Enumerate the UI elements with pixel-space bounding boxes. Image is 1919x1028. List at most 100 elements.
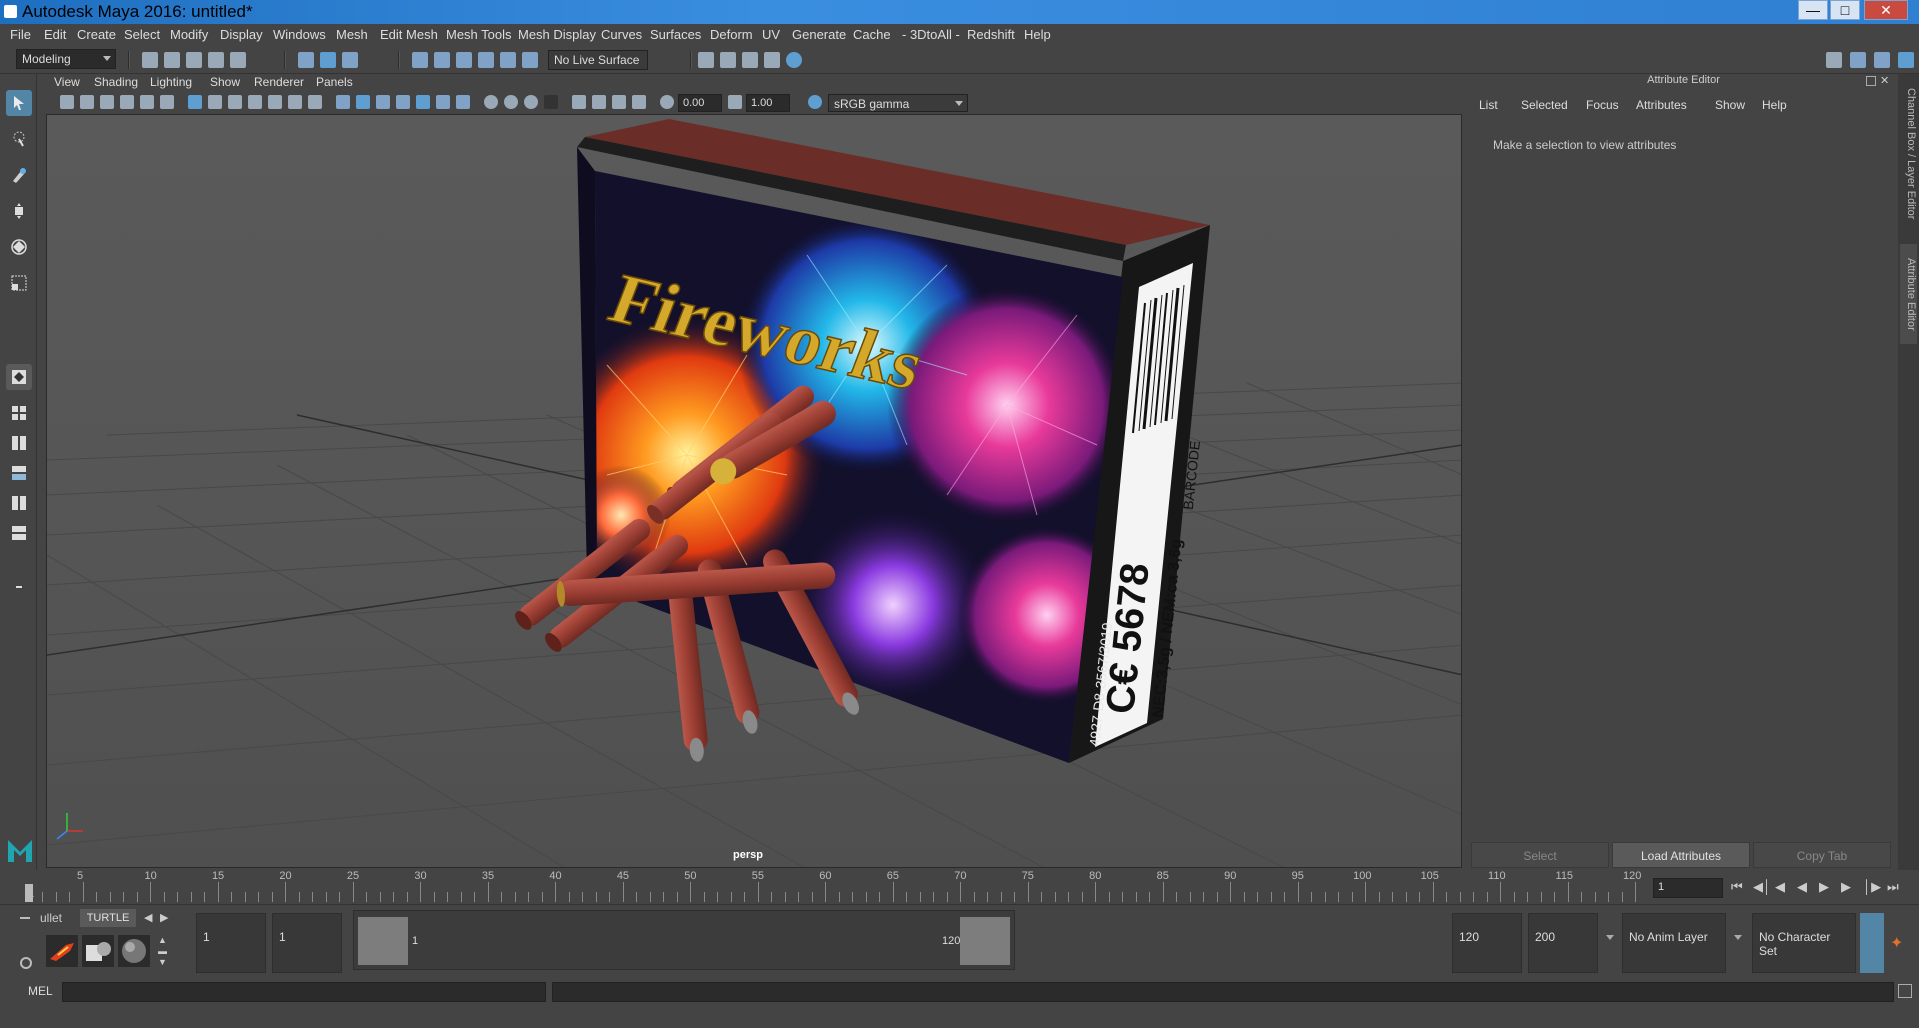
rotate-tool[interactable] (6, 234, 32, 260)
character-set-dropdown[interactable]: No Character Set (1752, 913, 1856, 973)
resolution-gate-icon[interactable] (228, 95, 242, 109)
four-view-layout-icon[interactable] (6, 400, 32, 426)
image-plane-icon[interactable] (120, 95, 134, 109)
step-back-key-icon[interactable]: ◀ (1775, 880, 1789, 894)
panel-menu-view[interactable]: View (54, 75, 80, 89)
custom-layout-icon[interactable] (6, 574, 32, 600)
xray-icon[interactable] (592, 95, 606, 109)
menu-mesh-tools[interactable]: Mesh Tools (446, 27, 512, 42)
screen-space-ao-icon[interactable] (484, 95, 498, 109)
menu-help[interactable]: Help (1024, 27, 1051, 42)
ae-menu-help[interactable]: Help (1762, 98, 1787, 112)
wireframe-icon[interactable] (336, 95, 350, 109)
move-tool[interactable] (6, 198, 32, 224)
lasso-tool[interactable] (6, 126, 32, 152)
playback-start-field[interactable]: 1 (272, 913, 342, 973)
save-scene-icon[interactable] (186, 52, 202, 68)
new-scene-icon[interactable] (142, 52, 158, 68)
attribute-editor-toggle-icon[interactable] (1874, 52, 1890, 68)
animation-preferences-icon[interactable]: ✦ (1890, 933, 1908, 952)
select-by-object-icon[interactable] (320, 52, 336, 68)
isolate-select-icon[interactable] (572, 95, 586, 109)
grid-icon[interactable] (188, 95, 202, 109)
camera-select-icon[interactable] (60, 95, 74, 109)
2d-pan-zoom-icon[interactable] (140, 95, 154, 109)
menu-display[interactable]: Display (220, 27, 263, 42)
mel-input[interactable] (62, 982, 546, 1002)
menu-surfaces[interactable]: Surfaces (650, 27, 701, 42)
float-panel-icon[interactable] (1866, 76, 1876, 86)
mode-dropdown[interactable]: Modeling (16, 49, 116, 69)
close-button[interactable]: ✕ (1864, 0, 1908, 20)
current-frame-field[interactable]: 1 (1653, 878, 1723, 898)
menu-select[interactable]: Select (124, 27, 160, 42)
perspective-viewport[interactable]: C€ 5678 NEC:3,5g / NEM:ca 3,6g BARCODE 4… (46, 114, 1462, 868)
render-view-icon[interactable] (698, 52, 714, 68)
panel-menu-renderer[interactable]: Renderer (254, 75, 304, 89)
menu-generate[interactable]: Generate (792, 27, 846, 42)
play-backwards-icon[interactable]: ◀ (1797, 880, 1811, 894)
single-perspective-layout-icon[interactable] (6, 364, 32, 390)
xray-active-components-icon[interactable] (612, 95, 626, 109)
menu-curves[interactable]: Curves (601, 27, 642, 42)
range-slider[interactable]: 1 120 (353, 910, 1015, 970)
step-forward-icon[interactable]: │▶ (1863, 880, 1881, 894)
exposure-icon[interactable] (660, 95, 674, 109)
ae-menu-selected[interactable]: Selected (1521, 98, 1568, 112)
use-all-lights-icon[interactable] (436, 95, 450, 109)
menu-uv[interactable]: UV (762, 27, 780, 42)
turtle-bake-icon[interactable] (82, 935, 114, 967)
select-by-component-icon[interactable] (342, 52, 358, 68)
shelf-tab-turtle[interactable]: TURTLE (80, 909, 136, 927)
redo-icon[interactable] (230, 52, 246, 68)
shelf-prev-icon[interactable]: ◀ (144, 911, 152, 924)
anim-layer-dropdown[interactable]: No Anim Layer (1622, 913, 1726, 973)
motion-blur-icon[interactable] (504, 95, 518, 109)
make-live-icon[interactable] (500, 52, 516, 68)
load-attributes-button[interactable]: Load Attributes (1612, 842, 1750, 868)
grease-pencil-icon[interactable] (160, 95, 174, 109)
go-to-end-icon[interactable]: ⏭ (1887, 880, 1901, 894)
copy-tab-button[interactable]: Copy Tab (1753, 842, 1891, 868)
gate-mask-icon[interactable] (248, 95, 262, 109)
anim-layer-arrow-icon[interactable] (1734, 935, 1742, 940)
render-frame-icon[interactable] (720, 52, 736, 68)
menu-file[interactable]: File (10, 27, 31, 42)
menu-mesh-display[interactable]: Mesh Display (518, 27, 596, 42)
menu-mesh[interactable]: Mesh (336, 27, 368, 42)
snap-grid-icon[interactable] (412, 52, 428, 68)
hypershade-layout-icon[interactable] (6, 520, 32, 546)
mel-label[interactable]: MEL (28, 984, 53, 998)
playback-end-field[interactable]: 120 (1452, 913, 1522, 973)
paint-select-tool[interactable] (6, 162, 32, 188)
modeling-toolkit-icon[interactable] (1826, 52, 1842, 68)
two-view-layout-icon[interactable] (6, 430, 32, 456)
range-start-field[interactable]: 1 (196, 913, 266, 973)
shelf-menu-icon[interactable] (20, 917, 30, 919)
scale-tool[interactable] (6, 270, 32, 296)
film-gate-icon[interactable] (208, 95, 222, 109)
color-management-icon[interactable] (808, 95, 822, 109)
menu-create[interactable]: Create (77, 27, 116, 42)
safe-title-icon[interactable] (308, 95, 322, 109)
menu-deform[interactable]: Deform (710, 27, 753, 42)
default-material-icon[interactable] (396, 95, 410, 109)
snap-surface-icon[interactable] (522, 52, 538, 68)
ipr-render-icon[interactable] (742, 52, 758, 68)
live-surface-field[interactable]: No Live Surface (548, 50, 648, 70)
ae-menu-list[interactable]: List (1479, 98, 1498, 112)
multisample-aa-icon[interactable] (524, 95, 538, 109)
menu-cache[interactable]: Cache (853, 27, 891, 42)
camera-attributes-icon[interactable] (80, 95, 94, 109)
shadows-icon[interactable] (456, 95, 470, 109)
depth-of-field-icon[interactable] (544, 95, 558, 109)
select-by-hierarchy-icon[interactable] (298, 52, 314, 68)
menu-edit-mesh[interactable]: Edit Mesh (380, 27, 438, 42)
step-forward-key-icon[interactable]: ▶ (1841, 880, 1855, 894)
tab-attribute-editor[interactable]: Attribute Editor (1900, 244, 1917, 344)
shelf-settings-icon[interactable] (20, 957, 32, 969)
panel-menu-lighting[interactable]: Lighting (150, 75, 192, 89)
auto-key-icon[interactable] (1860, 913, 1884, 973)
gamma-field[interactable]: 1.00 (746, 94, 790, 112)
script-editor-icon[interactable] (1898, 984, 1912, 998)
